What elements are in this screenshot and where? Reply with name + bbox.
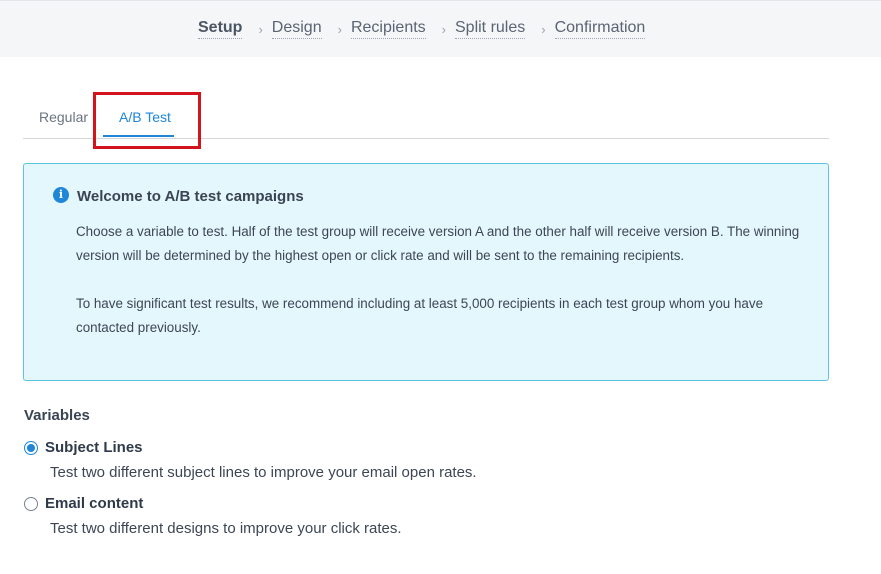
subject-lines-description: Test two different subject lines to impr…: [50, 464, 477, 481]
chevron-right-icon: ›: [258, 21, 263, 37]
info-paragraph-2: To have significant test results, we rec…: [76, 296, 764, 335]
step-setup[interactable]: Setup: [198, 19, 243, 39]
info-panel: i Welcome to A/B test campaigns Choose a…: [23, 163, 829, 381]
chevron-right-icon: ›: [541, 21, 546, 37]
chevron-right-icon: ›: [337, 21, 342, 37]
step-split-rules[interactable]: Split rules: [455, 19, 526, 39]
info-paragraph-1: Choose a variable to test. Half of the t…: [76, 224, 800, 263]
email-content-label[interactable]: Email content: [45, 495, 143, 512]
step-design[interactable]: Design: [271, 19, 322, 39]
chevron-right-icon: ›: [441, 21, 446, 37]
tab-regular[interactable]: Regular: [39, 109, 88, 125]
ab-test-setup-page: Setup › Design › Recipients › Split rule…: [0, 0, 881, 574]
subject-lines-label[interactable]: Subject Lines: [45, 439, 143, 456]
email-content-description: Test two different designs to improve yo…: [50, 520, 402, 537]
stepper-steps: Setup › Design › Recipients › Split rule…: [198, 19, 646, 39]
ab-test-tab-highlight: [93, 92, 201, 149]
subject-lines-radio[interactable]: [24, 441, 38, 455]
campaign-stepper: Setup › Design › Recipients › Split rule…: [0, 0, 881, 57]
variables-heading: Variables: [24, 407, 90, 424]
info-title: Welcome to A/B test campaigns: [77, 188, 304, 205]
email-content-radio[interactable]: [24, 497, 38, 511]
step-recipients[interactable]: Recipients: [350, 19, 426, 39]
info-circle-icon: i: [53, 187, 69, 203]
step-confirmation[interactable]: Confirmation: [554, 19, 646, 39]
